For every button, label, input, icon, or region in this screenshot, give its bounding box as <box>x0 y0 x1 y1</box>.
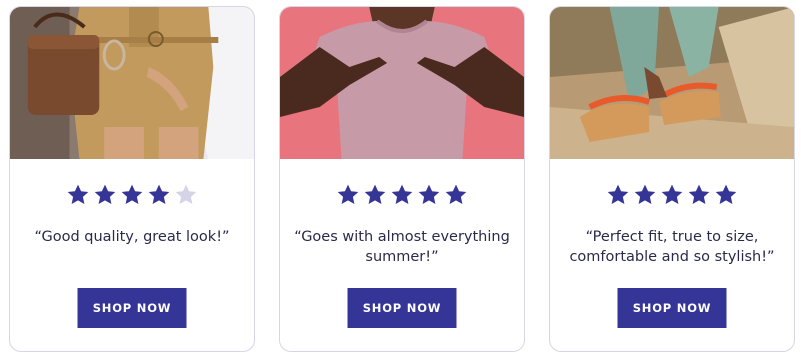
star-filled-icon <box>445 184 467 204</box>
star-filled-icon <box>337 184 359 204</box>
star-filled-icon <box>364 184 386 204</box>
product-photo-wedge-sandals[interactable] <box>550 7 794 159</box>
star-filled-icon <box>418 184 440 204</box>
product-photo-shorts-handbag[interactable] <box>10 7 254 159</box>
star-filled-icon <box>688 184 710 204</box>
star-empty-icon <box>175 184 197 204</box>
star-filled-icon <box>391 184 413 204</box>
star-filled-icon <box>634 184 656 204</box>
shop-now-button[interactable]: SHOP NOW <box>77 288 187 328</box>
shop-now-button[interactable]: SHOP NOW <box>347 288 457 328</box>
review-card-1: “Good quality, great look!” SHOP NOW <box>9 6 255 352</box>
star-rating <box>10 183 254 207</box>
shop-now-button[interactable]: SHOP NOW <box>617 288 727 328</box>
star-rating <box>550 183 794 207</box>
review-card-3: “Perfect fit, true to size, comfortable … <box>549 6 795 352</box>
review-quote: “Perfect fit, true to size, comfortable … <box>569 229 775 265</box>
review-quote: “Good quality, great look!” <box>34 229 230 245</box>
review-card-2: “Goes with almost everything summer!” SH… <box>279 6 525 352</box>
star-filled-icon <box>715 184 737 204</box>
star-rating <box>280 183 524 207</box>
star-filled-icon <box>67 184 89 204</box>
star-filled-icon <box>607 184 629 204</box>
star-filled-icon <box>121 184 143 204</box>
star-filled-icon <box>148 184 170 204</box>
product-photo-tshirt[interactable] <box>280 7 524 159</box>
star-filled-icon <box>94 184 116 204</box>
star-filled-icon <box>661 184 683 204</box>
review-quote: “Goes with almost everything summer!” <box>294 229 510 265</box>
review-cards: “Good quality, great look!” SHOP NOW “Go… <box>0 0 803 354</box>
